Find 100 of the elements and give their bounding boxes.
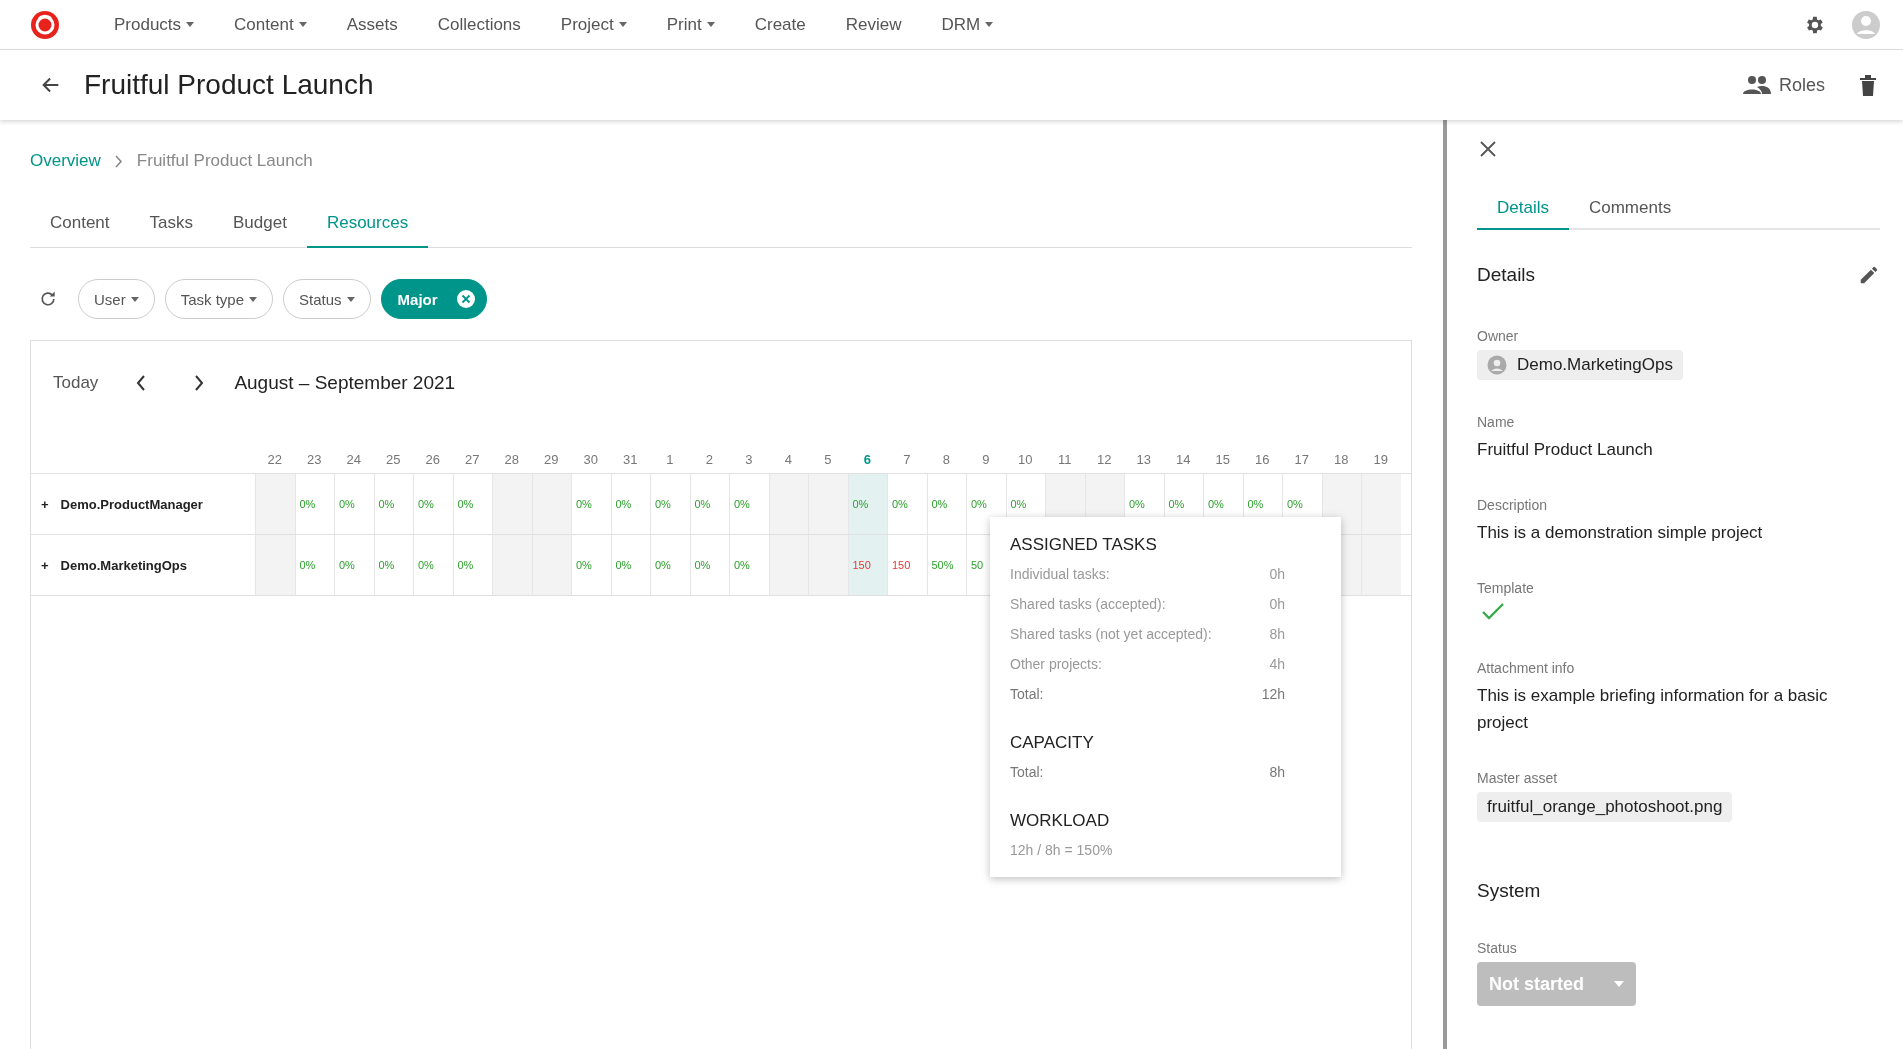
- nav-item[interactable]: Products: [94, 14, 215, 35]
- tooltip-value: 8h: [1269, 626, 1285, 642]
- workload-value: 50%: [931, 559, 954, 571]
- day-label: 4: [783, 451, 793, 469]
- tooltip-value: 4h: [1269, 656, 1285, 672]
- workload-value: 0%: [694, 559, 711, 571]
- day-label: 17: [1293, 451, 1310, 469]
- workload-value: 0%: [892, 498, 908, 510]
- tooltip-label: Shared tasks (not yet accepted):: [1010, 626, 1212, 642]
- tooltip-value: 8h: [1269, 764, 1285, 780]
- asset-chip[interactable]: fruitful_orange_photoshoot.png: [1477, 792, 1733, 822]
- day-label: 14: [1175, 451, 1192, 469]
- workload-value: 0%: [694, 498, 711, 510]
- tab[interactable]: Resources: [306, 201, 429, 248]
- workload-value: 0%: [615, 498, 632, 510]
- workload-value: 0%: [418, 559, 434, 571]
- filter-chip[interactable]: Major: [380, 279, 487, 319]
- nav-item[interactable]: Collections: [417, 14, 541, 35]
- day-label: 26: [424, 451, 441, 469]
- workload-value: 0%: [971, 498, 987, 510]
- workload-value: 0%: [615, 559, 632, 571]
- tooltip-value: 0h: [1269, 596, 1285, 612]
- workload-value: 0%: [457, 559, 474, 571]
- tooltip-label: 12h / 8h = 150%: [1010, 842, 1113, 858]
- field-label: Template: [1477, 580, 1535, 596]
- workload-value: 150: [892, 559, 911, 571]
- day-label: 12: [1096, 451, 1113, 469]
- workload-value: 0%: [852, 498, 869, 510]
- day-label: 29: [543, 451, 560, 469]
- nav-item[interactable]: Project: [540, 14, 647, 35]
- workload-value: 0%: [378, 498, 395, 510]
- workload-value: 0%: [418, 498, 434, 510]
- day-label: 25: [385, 451, 402, 469]
- nav-item[interactable]: Create: [734, 14, 826, 35]
- today-button[interactable]: Today: [53, 373, 99, 393]
- workload-value: 0%: [655, 498, 671, 510]
- day-label: 19: [1372, 451, 1389, 469]
- date-range: August – September 2021: [234, 372, 456, 394]
- page-title: Fruitful Product Launch: [84, 69, 374, 101]
- day-label: 24: [345, 451, 362, 469]
- day-label: 6: [862, 451, 872, 469]
- workload-value: 0%: [576, 498, 592, 510]
- workload-value: 0%: [1287, 498, 1303, 510]
- breadcrumb-link[interactable]: Overview: [30, 151, 101, 171]
- nav-item[interactable]: Content: [214, 14, 327, 35]
- nav-item[interactable]: Print: [646, 14, 735, 35]
- user-name: Demo.MarketingOps: [60, 557, 187, 573]
- field-value: This is example briefing information for a basic project: [1477, 685, 1829, 734]
- workload-value: 50: [971, 559, 984, 571]
- tooltip-value: 12h: [1261, 686, 1285, 702]
- filter-dropdown[interactable]: Status: [283, 279, 371, 319]
- day-label: 8: [941, 451, 951, 469]
- day-label: 10: [1017, 451, 1034, 469]
- user-chip[interactable]: Demo.MarketingOps: [1477, 350, 1683, 380]
- field-label: Description: [1477, 497, 1549, 513]
- workload-value: 0%: [931, 498, 948, 510]
- field-label: Owner: [1477, 328, 1520, 344]
- tab[interactable]: Budget: [213, 201, 307, 248]
- filter-dropdown[interactable]: Task type: [164, 279, 274, 319]
- workload-value: 150: [852, 559, 871, 571]
- nav-item[interactable]: DRM: [921, 14, 1014, 35]
- tooltip-label: Individual tasks:: [1010, 566, 1110, 582]
- day-label: 22: [266, 451, 283, 469]
- tooltip-heading: CAPACITY: [1010, 733, 1095, 753]
- workload-value: 0%: [339, 498, 355, 510]
- workload-value: 0%: [734, 498, 750, 510]
- field-label: Status: [1477, 940, 1518, 956]
- workload-value: 0%: [299, 498, 316, 510]
- day-label: 16: [1254, 451, 1271, 469]
- workload-value: 0%: [655, 559, 671, 571]
- nav-item[interactable]: Review: [825, 14, 922, 35]
- day-label: 28: [503, 451, 520, 469]
- workload-value: 0%: [1129, 498, 1145, 510]
- tab[interactable]: Comments: [1568, 190, 1692, 230]
- tooltip-label: Total:: [1010, 686, 1044, 702]
- tab[interactable]: Content: [30, 201, 130, 248]
- workload-value: 0%: [1247, 498, 1264, 510]
- tab[interactable]: Tasks: [129, 201, 213, 248]
- section-heading: System: [1477, 880, 1542, 902]
- user-name: Demo.ProductManager: [60, 496, 203, 512]
- tooltip-label: Shared tasks (accepted):: [1010, 596, 1166, 612]
- filter-dropdown[interactable]: User: [78, 279, 155, 319]
- day-label: 2: [704, 451, 714, 469]
- nav-item[interactable]: Assets: [326, 14, 418, 35]
- day-label: 18: [1333, 451, 1350, 469]
- expand-toggle[interactable]: +: [41, 496, 49, 512]
- roles-button[interactable]: Roles: [1738, 70, 1829, 100]
- day-label: 3: [744, 451, 754, 469]
- workload-value: 0%: [378, 559, 395, 571]
- tooltip-value: 0h: [1269, 566, 1285, 582]
- expand-toggle[interactable]: +: [41, 557, 49, 573]
- day-label: 31: [622, 451, 639, 469]
- workload-value: 0%: [1168, 498, 1185, 510]
- field-label: Master asset: [1477, 770, 1559, 786]
- tab[interactable]: Details: [1477, 190, 1569, 230]
- day-label: 1: [665, 451, 675, 469]
- day-label: 27: [464, 451, 481, 469]
- tooltip-heading: ASSIGNED TASKS: [1010, 535, 1158, 555]
- workload-value: 0%: [339, 559, 355, 571]
- day-label: 23: [306, 451, 323, 469]
